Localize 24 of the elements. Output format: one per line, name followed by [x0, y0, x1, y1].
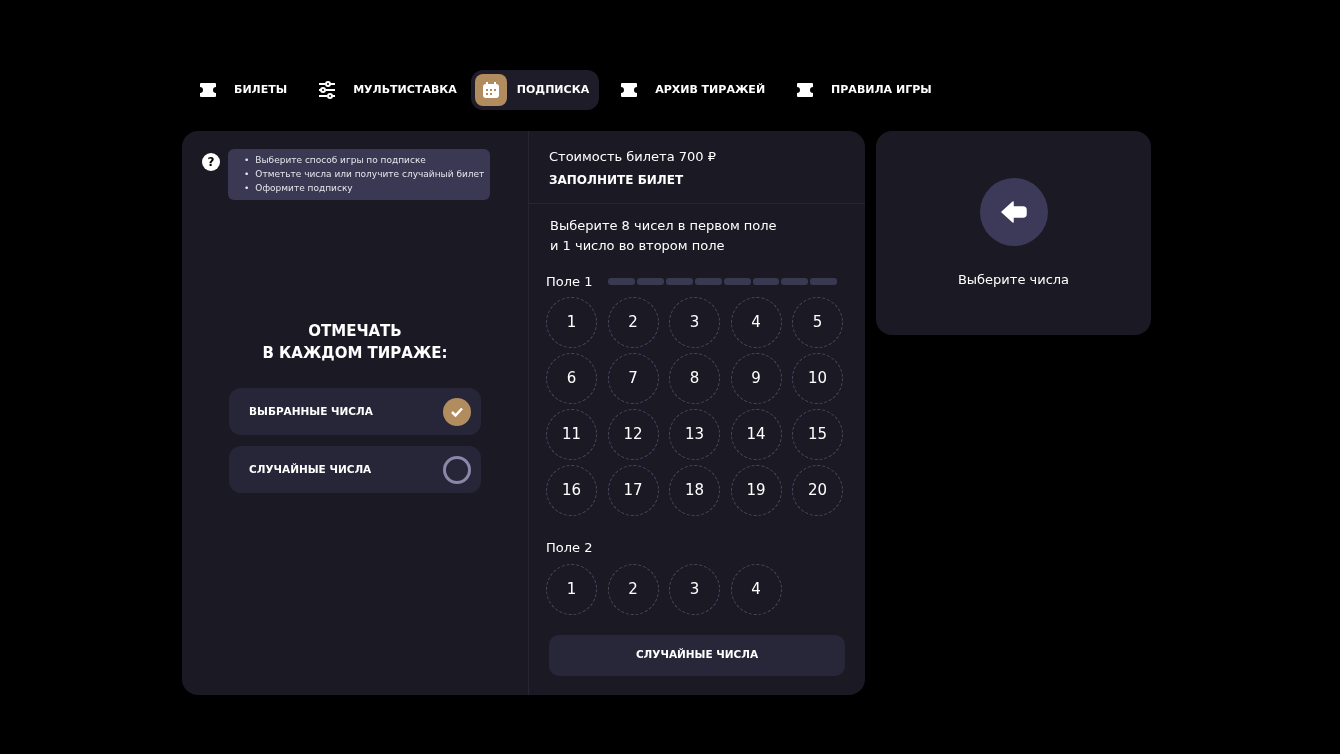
nav-tab[interactable]: ПОДПИСКА — [470, 70, 600, 110]
option-card[interactable]: ВЫБРАННЫЕ ЧИСЛА — [229, 388, 481, 435]
tooltip-tip: Отметьте числа или получите случайный билет — [255, 168, 485, 181]
list-bullet: • — [244, 182, 250, 195]
list-bullet: • — [244, 168, 250, 181]
field-label: Поле 2 — [546, 539, 593, 557]
section-title: В КАЖДОМ ТИРАЖЕ: — [261, 343, 449, 364]
instructions: Выберите 8 чисел в первом поле и 1 число во втором поле — [550, 216, 778, 255]
ticket-price: Стоимость билета 700 ₽ — [549, 148, 717, 166]
summary-message: Выберите числа — [957, 271, 1070, 289]
nav-tab[interactable]: АРХИВ ТИРАЖЕЙ — [603, 70, 776, 110]
help-icon[interactable]: ? — [202, 153, 220, 171]
tooltip-tip: Выберите способ игры по подписке — [255, 154, 426, 167]
nav-tab[interactable]: ПРАВИЛА ИГРЫ — [779, 70, 942, 110]
nav-tab[interactable]: БИЛЕТЫ — [182, 70, 298, 110]
tooltip-tip: Оформите подписку — [255, 182, 353, 195]
calendar-icon — [474, 74, 507, 106]
option-card[interactable]: СЛУЧАЙНЫЕ ЧИСЛА — [229, 446, 481, 493]
nav-tab[interactable]: МУЛЬТИСТАВКА — [301, 70, 467, 110]
list-bullet: • — [244, 154, 250, 167]
ticket-title: ЗАПОЛНИТЕ БИЛЕТ — [549, 171, 685, 189]
field-label: Поле 1 — [546, 272, 593, 291]
section-title: ОТМЕЧАТЬ — [307, 321, 403, 342]
random-numbers-button[interactable]: СЛУЧАЙНЫЕ ЧИСЛА — [549, 634, 845, 676]
